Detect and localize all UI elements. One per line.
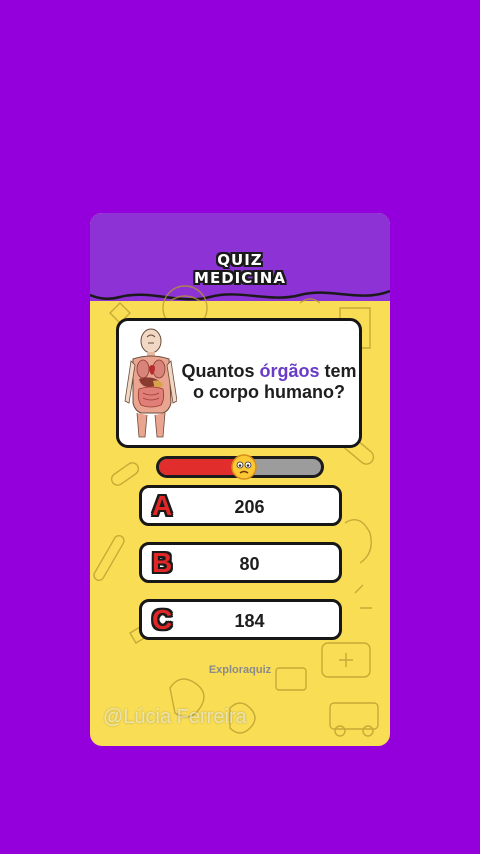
question-text: Quantos órgãos tem o corpo humano? [174,361,364,403]
question-prefix: Quantos [181,361,260,381]
answer-option-a[interactable]: A 206 [139,485,342,526]
question-card: Quantos órgãos tem o corpo humano? [116,318,362,448]
answer-option-c[interactable]: C 184 [139,599,342,640]
brand-label: Exploraquiz [208,664,272,676]
answer-letter-a: A [152,490,173,521]
answer-text-a: 206 [234,497,265,517]
answer-text-c: 184 [234,611,265,631]
answer-letter-c: C [152,604,173,635]
worried-face-icon [231,454,257,480]
answer-text-b: 80 [239,554,260,574]
answer-letter-b: B [152,547,173,578]
quiz-title-line2: MEDICINA [194,269,286,287]
watermark: @Lúcia Ferreira [103,706,247,728]
human-organs-icon [124,328,177,438]
question-highlight: órgãos [259,361,320,381]
quiz-title-line1: QUIZ [217,251,263,269]
answer-option-b[interactable]: B 80 [139,542,342,583]
